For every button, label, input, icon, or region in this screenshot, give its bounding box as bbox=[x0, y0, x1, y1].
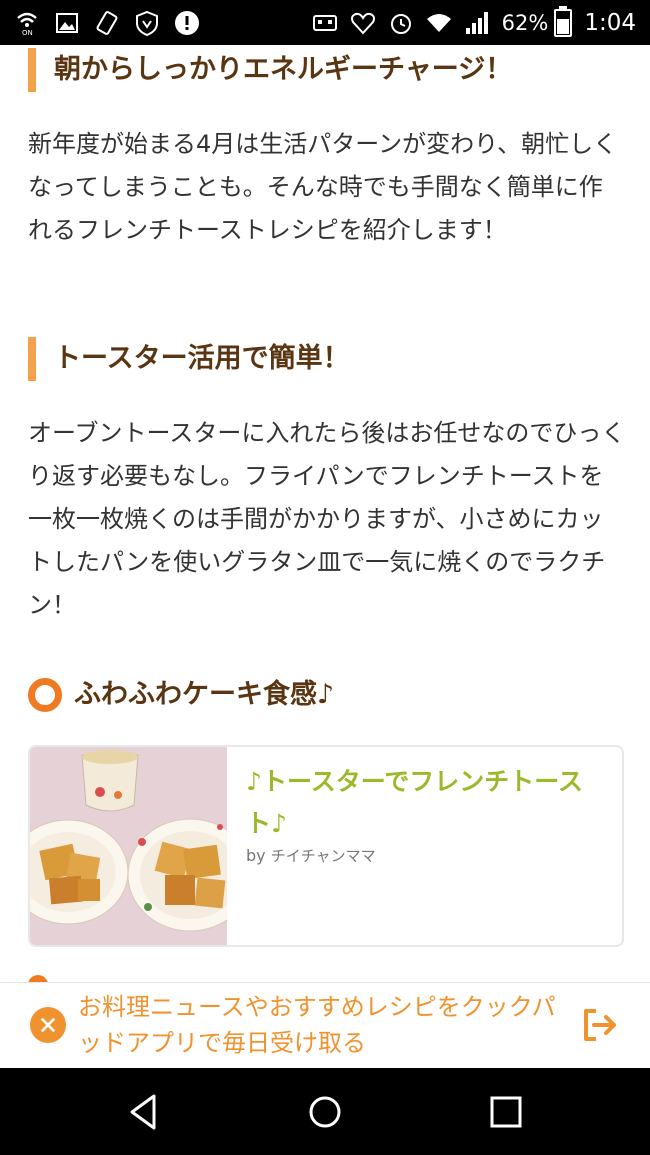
by-label: by bbox=[246, 846, 266, 865]
recipe-author: by チイチャンママ bbox=[246, 845, 376, 866]
subheading-text: ふわふわケーキ食感♪ bbox=[74, 679, 335, 710]
open-app-icon[interactable] bbox=[580, 1005, 620, 1045]
paragraph-toaster: オーブントースターに入れたら後はお任せなのでひっくり返す必要もなし。フライパンで… bbox=[28, 419, 626, 619]
signal-icon bbox=[464, 10, 490, 36]
next-bullet-icon bbox=[28, 975, 48, 982]
home-icon[interactable] bbox=[303, 1090, 347, 1134]
recipe-card[interactable]: ♪トースターでフレンチトースト♪ by チイチャンママ bbox=[28, 745, 624, 947]
battery-icon bbox=[554, 5, 573, 37]
heart-icon bbox=[350, 10, 376, 36]
status-left-icons: ON bbox=[14, 0, 200, 45]
alarm-icon bbox=[388, 10, 414, 36]
battery-percent: 62% bbox=[501, 10, 549, 35]
rotate-icon bbox=[94, 10, 120, 36]
recipe-photo bbox=[30, 747, 227, 945]
navigation-bar bbox=[0, 1068, 650, 1155]
app-promo-banner[interactable]: お料理ニュースやおすすめレシピをクックパッドアプリで毎日受け取る bbox=[0, 982, 650, 1069]
section-heading-toaster: トースター活用で簡単！ bbox=[28, 337, 350, 381]
status-right-icons: 62% 1:04 bbox=[312, 0, 636, 45]
author-name: チイチャンママ bbox=[270, 847, 376, 865]
close-icon[interactable] bbox=[30, 1007, 66, 1043]
promo-text[interactable]: お料理ニュースやおすすめレシピをクックパッドアプリで毎日受け取る bbox=[78, 989, 578, 1061]
subheading-fluffy: ふわふわケーキ食感♪ bbox=[28, 675, 334, 715]
shield-icon bbox=[134, 10, 160, 36]
clock: 1:04 bbox=[584, 9, 636, 36]
bullet-ring-icon bbox=[28, 678, 62, 712]
wifi-icon bbox=[426, 10, 452, 36]
robot-icon bbox=[312, 10, 338, 36]
article-content: 朝からしっかりエネルギーチャージ！ 新年度が始まる4月は生活パターンが変わり、朝… bbox=[0, 45, 650, 982]
section-heading-energy: 朝からしっかりエネルギーチャージ！ bbox=[28, 48, 512, 92]
svg-text:ON: ON bbox=[22, 29, 33, 36]
alert-icon bbox=[174, 10, 200, 36]
back-icon[interactable] bbox=[122, 1090, 166, 1134]
recents-icon[interactable] bbox=[484, 1090, 528, 1134]
wifi-calling-icon: ON bbox=[14, 10, 40, 36]
image-icon bbox=[54, 10, 80, 36]
status-bar: ON 62% 1:04 bbox=[0, 0, 650, 45]
battery-status: 62% bbox=[501, 5, 573, 37]
paragraph-intro: 新年度が始まる4月は生活パターンが変わり、朝忙しくなってしまうことも。そんな時で… bbox=[28, 130, 618, 244]
recipe-title-link[interactable]: ♪トースターでフレンチトースト♪ bbox=[246, 761, 606, 845]
